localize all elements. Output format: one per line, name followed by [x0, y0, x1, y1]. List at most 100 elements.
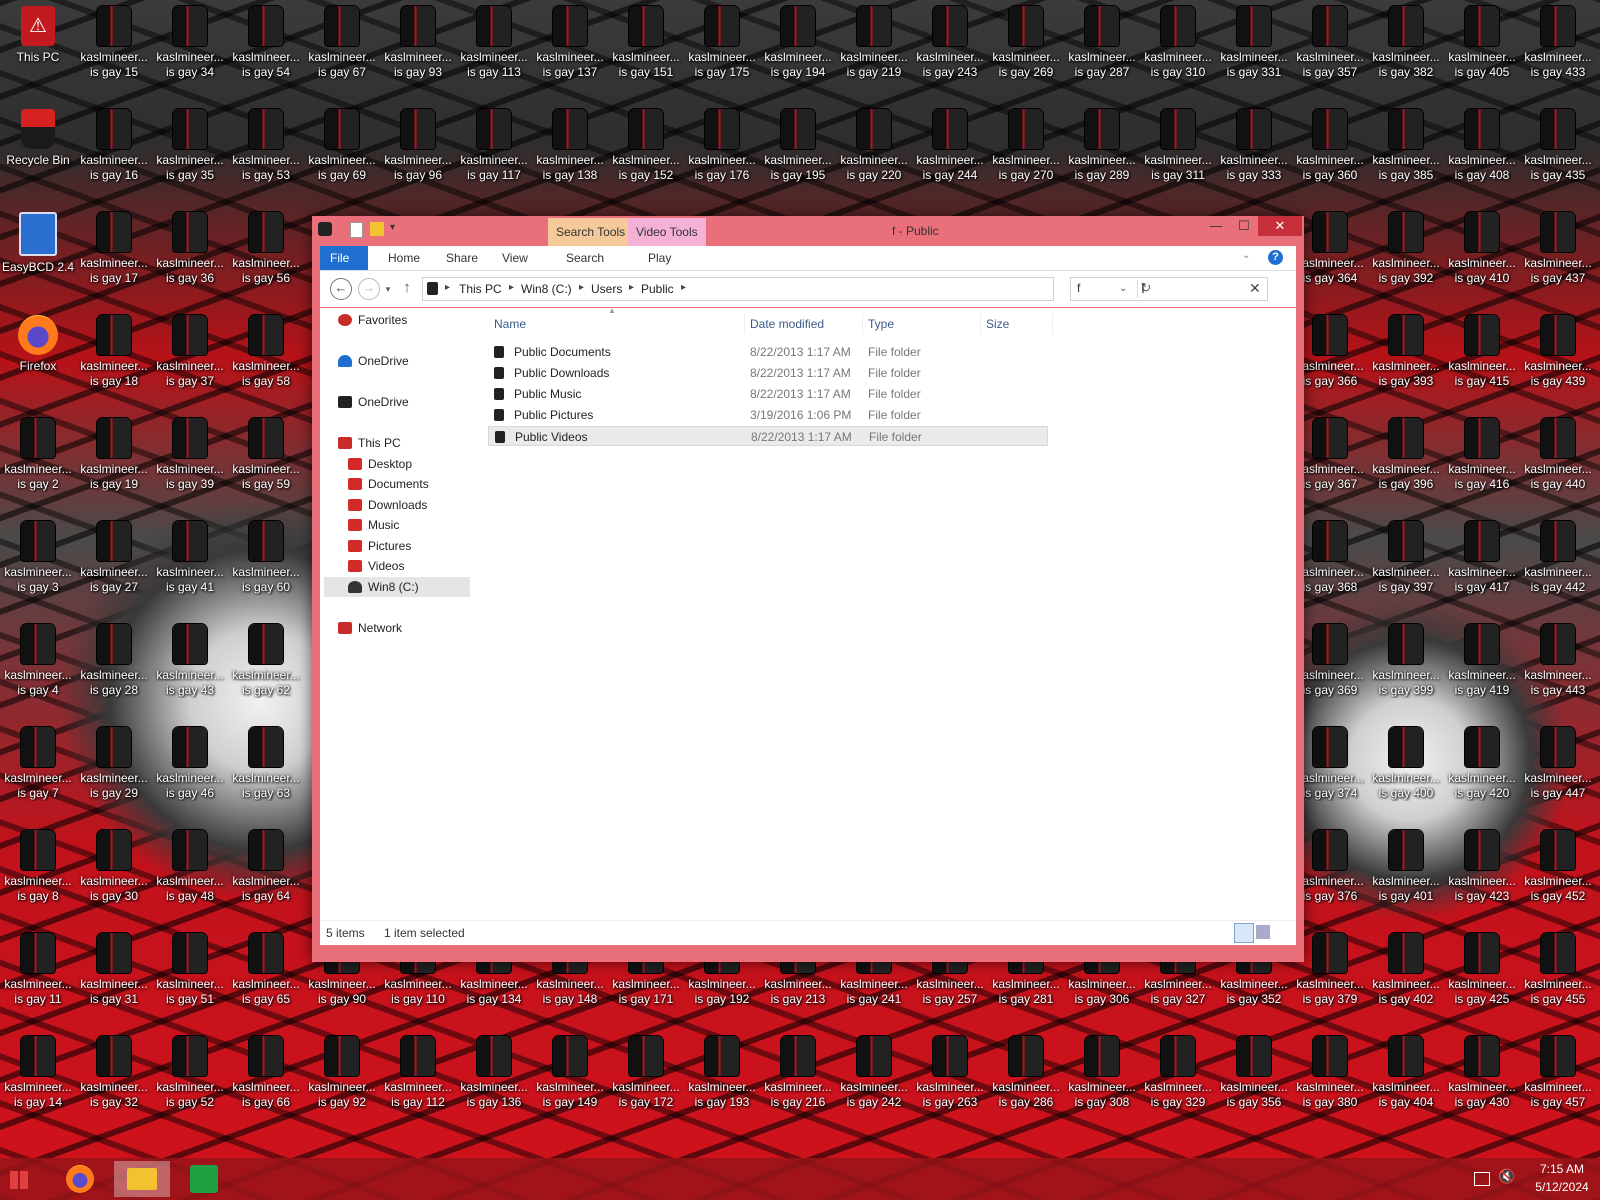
desktop-shortcut[interactable]: kaslmineer... is gay 397 [1368, 515, 1444, 615]
desktop-shortcut[interactable]: kaslmineer... is gay 138 [532, 103, 608, 203]
tab-file[interactable]: File [320, 246, 368, 270]
desktop-shortcut[interactable]: kaslmineer... is gay 92 [304, 1030, 380, 1130]
nav-item-onedrive[interactable]: OneDrive [338, 392, 409, 412]
desktop-shortcut[interactable]: kaslmineer... is gay 43 [152, 618, 228, 718]
desktop-shortcut[interactable]: kaslmineer... is gay 2 [0, 412, 76, 512]
desktop-shortcut[interactable]: kaslmineer... is gay 53 [228, 103, 304, 203]
desktop-shortcut[interactable]: kaslmineer... is gay 442 [1520, 515, 1596, 615]
address-bar[interactable]: ▸ This PC ▸ Win8 (C:) ▸ Users ▸ Public ▸… [422, 277, 1151, 301]
desktop-shortcut[interactable]: kaslmineer... is gay 152 [608, 103, 684, 203]
desktop-shortcut[interactable]: kaslmineer... is gay 56 [228, 206, 304, 306]
desktop-icon-recycle-bin[interactable]: Recycle Bin [0, 103, 76, 203]
desktop-shortcut[interactable]: kaslmineer... is gay 430 [1444, 1030, 1520, 1130]
table-row[interactable]: Public Documents 8/22/2013 1:17 AM File … [488, 342, 1048, 362]
nav-item-this-pc[interactable]: This PC [338, 433, 401, 453]
desktop-shortcut[interactable]: kaslmineer... is gay 36 [152, 206, 228, 306]
desktop-shortcut[interactable]: kaslmineer... is gay 58 [228, 309, 304, 409]
desktop-shortcut[interactable]: kaslmineer... is gay 8 [0, 824, 76, 924]
tab-home[interactable]: Home [378, 246, 430, 270]
desktop-shortcut[interactable]: kaslmineer... is gay 416 [1444, 412, 1520, 512]
desktop-shortcut[interactable]: kaslmineer... is gay 400 [1368, 721, 1444, 821]
desktop-shortcut[interactable]: kaslmineer... is gay 16 [76, 103, 152, 203]
taskbar-firefox-icon[interactable] [54, 1161, 106, 1197]
desktop-shortcut[interactable]: kaslmineer... is gay 433 [1520, 0, 1596, 100]
volume-muted-icon[interactable]: 🔇 [1498, 1168, 1515, 1185]
properties-icon[interactable] [350, 222, 363, 238]
desktop-shortcut[interactable]: kaslmineer... is gay 404 [1368, 1030, 1444, 1130]
nav-item-videos[interactable]: Videos [348, 556, 404, 576]
desktop-shortcut[interactable]: kaslmineer... is gay 402 [1368, 927, 1444, 1027]
breadcrumb-this-pc[interactable]: This PC [459, 282, 502, 296]
desktop-shortcut[interactable]: kaslmineer... is gay 60 [228, 515, 304, 615]
desktop-shortcut[interactable]: kaslmineer... is gay 59 [228, 412, 304, 512]
desktop-shortcut[interactable]: kaslmineer... is gay 333 [1216, 103, 1292, 203]
clear-search-icon[interactable]: ✕ [1249, 280, 1261, 297]
desktop-shortcut[interactable]: kaslmineer... is gay 356 [1216, 1030, 1292, 1130]
desktop-shortcut[interactable]: kaslmineer... is gay 96 [380, 103, 456, 203]
table-row[interactable]: Public Music 8/22/2013 1:17 AM File fold… [488, 384, 1048, 404]
desktop-shortcut[interactable]: kaslmineer... is gay 382 [1368, 0, 1444, 100]
nav-item-favorites[interactable]: Favorites [338, 310, 407, 330]
maximize-button[interactable]: ☐ [1230, 216, 1258, 236]
desktop-shortcut[interactable]: kaslmineer... is gay 27 [76, 515, 152, 615]
desktop-shortcut[interactable]: kaslmineer... is gay 447 [1520, 721, 1596, 821]
desktop-shortcut[interactable]: kaslmineer... is gay 417 [1444, 515, 1520, 615]
desktop-shortcut[interactable]: kaslmineer... is gay 175 [684, 0, 760, 100]
nav-item-pictures[interactable]: Pictures [348, 536, 411, 556]
desktop-shortcut[interactable]: kaslmineer... is gay 423 [1444, 824, 1520, 924]
chevron-right-icon[interactable]: ▸ [681, 282, 686, 293]
desktop-shortcut[interactable]: kaslmineer... is gay 392 [1368, 206, 1444, 306]
clock-date[interactable]: 5/12/2024 [1530, 1180, 1594, 1194]
desktop-shortcut[interactable]: kaslmineer... is gay 263 [912, 1030, 988, 1130]
desktop-shortcut[interactable]: kaslmineer... is gay 270 [988, 103, 1064, 203]
desktop-shortcut[interactable]: kaslmineer... is gay 35 [152, 103, 228, 203]
desktop-shortcut[interactable]: kaslmineer... is gay 117 [456, 103, 532, 203]
network-tray-icon[interactable] [1474, 1172, 1490, 1186]
desktop-shortcut[interactable]: kaslmineer... is gay 289 [1064, 103, 1140, 203]
nav-item-music[interactable]: Music [348, 515, 399, 535]
nav-item-desktop[interactable]: Desktop [348, 454, 412, 474]
desktop-shortcut[interactable]: kaslmineer... is gay 137 [532, 0, 608, 100]
column-header-name[interactable]: Name [488, 314, 745, 334]
desktop-shortcut[interactable]: kaslmineer... is gay 67 [304, 0, 380, 100]
desktop-shortcut[interactable]: kaslmineer... is gay 194 [760, 0, 836, 100]
desktop-shortcut[interactable]: kaslmineer... is gay 52 [152, 1030, 228, 1130]
nav-item-documents[interactable]: Documents [348, 474, 429, 494]
desktop-shortcut[interactable]: kaslmineer... is gay 311 [1140, 103, 1216, 203]
tab-view[interactable]: View [492, 246, 538, 270]
desktop-shortcut[interactable]: kaslmineer... is gay 220 [836, 103, 912, 203]
desktop-shortcut[interactable]: kaslmineer... is gay 149 [532, 1030, 608, 1130]
help-icon[interactable]: ? [1268, 250, 1283, 265]
title-bar[interactable]: ▾ Search Tools Video Tools f - Public — … [312, 216, 1304, 246]
desktop-shortcut[interactable]: kaslmineer... is gay 31 [76, 927, 152, 1027]
tab-search[interactable]: Search [556, 246, 614, 270]
taskbar-store-icon[interactable] [178, 1161, 230, 1197]
breadcrumb-public[interactable]: Public [641, 282, 674, 296]
search-input[interactable]: f I ✕ [1070, 277, 1268, 301]
desktop-shortcut[interactable]: kaslmineer... is gay 63 [228, 721, 304, 821]
desktop-shortcut[interactable]: kaslmineer... is gay 62 [228, 618, 304, 718]
column-header-type[interactable]: Type [862, 314, 981, 334]
desktop-shortcut[interactable]: kaslmineer... is gay 30 [76, 824, 152, 924]
nav-item-onedrive[interactable]: OneDrive [338, 351, 409, 371]
desktop-shortcut[interactable]: kaslmineer... is gay 399 [1368, 618, 1444, 718]
desktop-shortcut[interactable]: kaslmineer... is gay 32 [76, 1030, 152, 1130]
desktop-shortcut[interactable]: kaslmineer... is gay 308 [1064, 1030, 1140, 1130]
desktop-shortcut[interactable]: kaslmineer... is gay 195 [760, 103, 836, 203]
file-explorer-window[interactable]: ▾ Search Tools Video Tools f - Public — … [312, 216, 1304, 962]
breadcrumb-drive[interactable]: Win8 (C:) [521, 282, 572, 296]
desktop-shortcut[interactable]: kaslmineer... is gay 415 [1444, 309, 1520, 409]
close-button[interactable]: ✕ [1258, 216, 1302, 236]
desktop-shortcut[interactable]: kaslmineer... is gay 93 [380, 0, 456, 100]
tab-play[interactable]: Play [638, 246, 681, 270]
desktop-shortcut[interactable]: kaslmineer... is gay 385 [1368, 103, 1444, 203]
desktop-shortcut[interactable]: kaslmineer... is gay 435 [1520, 103, 1596, 203]
desktop-shortcut[interactable]: kaslmineer... is gay 452 [1520, 824, 1596, 924]
desktop-shortcut[interactable]: kaslmineer... is gay 29 [76, 721, 152, 821]
desktop-shortcut[interactable]: kaslmineer... is gay 172 [608, 1030, 684, 1130]
desktop-shortcut[interactable]: kaslmineer... is gay 69 [304, 103, 380, 203]
desktop-shortcut[interactable]: kaslmineer... is gay 420 [1444, 721, 1520, 821]
desktop-shortcut[interactable]: kaslmineer... is gay 457 [1520, 1030, 1596, 1130]
new-folder-icon[interactable] [370, 222, 384, 236]
quick-access-dropdown-icon[interactable]: ▾ [390, 222, 404, 236]
